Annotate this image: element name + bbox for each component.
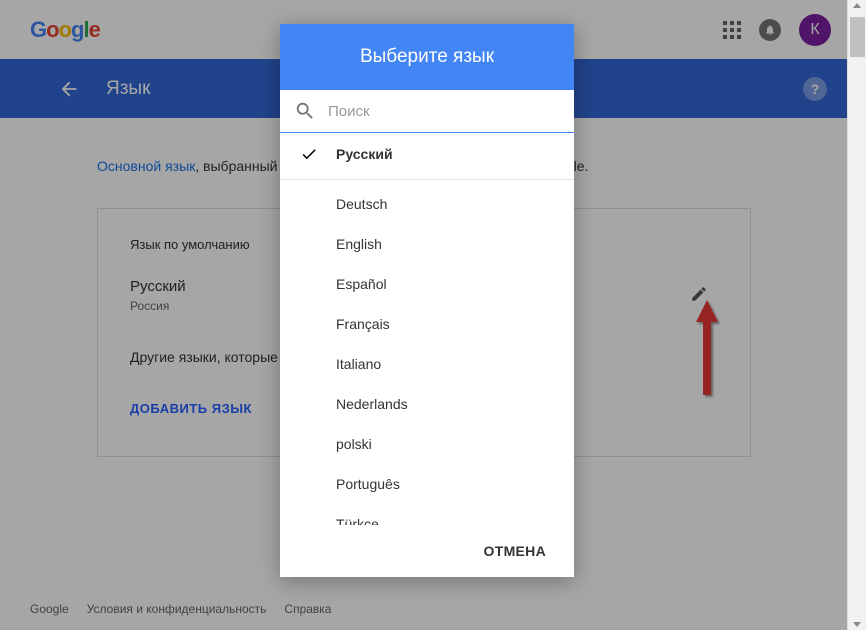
language-option[interactable]: polski [280, 424, 574, 464]
scroll-down-icon[interactable] [853, 622, 861, 627]
language-option[interactable]: Italiano [280, 344, 574, 384]
cancel-button[interactable]: ОТМЕНА [280, 525, 574, 577]
scroll-thumb[interactable] [850, 17, 865, 57]
language-option[interactable]: Nederlands [280, 384, 574, 424]
list-divider [280, 179, 574, 180]
page-scrollbar[interactable] [847, 0, 866, 630]
language-option[interactable]: English [280, 224, 574, 264]
language-list[interactable]: Русский DeutschEnglishEspañolFrançaisIta… [280, 133, 574, 525]
modal-search-row [280, 90, 574, 133]
scroll-up-icon[interactable] [853, 3, 861, 8]
language-option[interactable]: Türkçe [280, 504, 574, 525]
modal-title: Выберите язык [280, 24, 574, 90]
language-picker-modal: Выберите язык Русский DeutschEnglishEspa… [280, 24, 574, 577]
language-option[interactable]: Français [280, 304, 574, 344]
search-icon [294, 100, 316, 122]
check-icon [300, 145, 318, 163]
language-option[interactable]: Español [280, 264, 574, 304]
language-option[interactable]: Deutsch [280, 184, 574, 224]
search-input[interactable] [328, 103, 560, 120]
language-option[interactable]: Português [280, 464, 574, 504]
language-option-selected[interactable]: Русский [280, 133, 574, 175]
